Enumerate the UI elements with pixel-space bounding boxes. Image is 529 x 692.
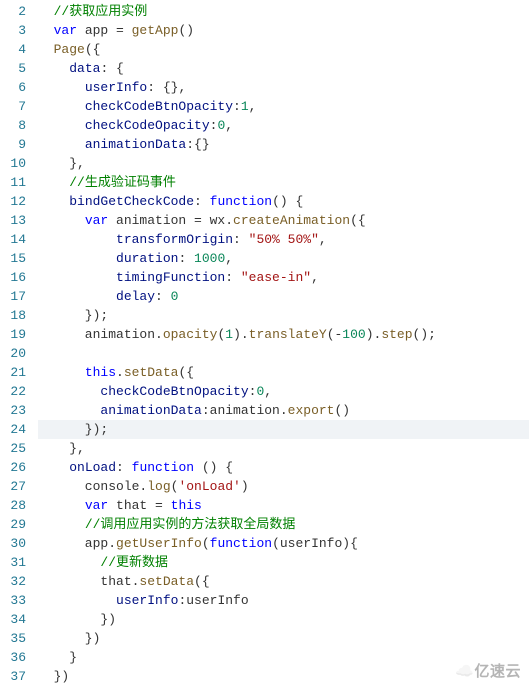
code-line: checkCodeBtnOpacity:0, (38, 382, 529, 401)
line-number: 4 (0, 40, 26, 59)
code-content: //获取应用实例 var app = getApp() Page({ data:… (38, 2, 529, 686)
line-number: 32 (0, 572, 26, 591)
line-number: 24 (0, 420, 26, 439)
code-line: onLoad: function () { (38, 458, 529, 477)
line-number: 18 (0, 306, 26, 325)
code-line: timingFunction: "ease-in", (38, 268, 529, 287)
line-number: 30 (0, 534, 26, 553)
line-number: 3 (0, 21, 26, 40)
line-number: 36 (0, 648, 26, 667)
line-number: 10 (0, 154, 26, 173)
code-line: Page({ (38, 40, 529, 59)
line-number: 19 (0, 325, 26, 344)
line-number-gutter: 2345678910111213141516171819202122232425… (0, 2, 38, 686)
line-number: 25 (0, 439, 26, 458)
line-number: 29 (0, 515, 26, 534)
line-number: 14 (0, 230, 26, 249)
line-number: 7 (0, 97, 26, 116)
code-line: var that = this (38, 496, 529, 515)
code-line: userInfo:userInfo (38, 591, 529, 610)
line-number: 11 (0, 173, 26, 192)
line-number: 8 (0, 116, 26, 135)
code-line: }); (38, 306, 529, 325)
code-line: }) (38, 610, 529, 629)
line-number: 35 (0, 629, 26, 648)
code-line: }) (38, 667, 529, 686)
code-line: animation.opacity(1).translateY(-100).st… (38, 325, 529, 344)
code-line: console.log('onLoad') (38, 477, 529, 496)
line-number: 20 (0, 344, 26, 363)
code-line: }); (38, 420, 529, 439)
code-line: //调用应用实例的方法获取全局数据 (38, 515, 529, 534)
line-number: 34 (0, 610, 26, 629)
line-number: 16 (0, 268, 26, 287)
code-line: }, (38, 439, 529, 458)
code-line: checkCodeOpacity:0, (38, 116, 529, 135)
code-line: //更新数据 (38, 553, 529, 572)
code-editor: 2345678910111213141516171819202122232425… (0, 0, 529, 686)
code-line: that.setData({ (38, 572, 529, 591)
line-number: 23 (0, 401, 26, 420)
line-number: 28 (0, 496, 26, 515)
line-number: 12 (0, 192, 26, 211)
code-line: userInfo: {}, (38, 78, 529, 97)
line-number: 5 (0, 59, 26, 78)
line-number: 2 (0, 2, 26, 21)
code-line: delay: 0 (38, 287, 529, 306)
code-line: data: { (38, 59, 529, 78)
code-line: animationData:animation.export() (38, 401, 529, 420)
line-number: 27 (0, 477, 26, 496)
code-line: this.setData({ (38, 363, 529, 382)
line-number: 9 (0, 135, 26, 154)
line-number: 22 (0, 382, 26, 401)
code-line: }) (38, 629, 529, 648)
code-line (38, 344, 529, 363)
line-number: 13 (0, 211, 26, 230)
code-line: bindGetCheckCode: function() { (38, 192, 529, 211)
line-number: 15 (0, 249, 26, 268)
line-number: 21 (0, 363, 26, 382)
code-line: var animation = wx.createAnimation({ (38, 211, 529, 230)
code-line: checkCodeBtnOpacity:1, (38, 97, 529, 116)
code-line: //获取应用实例 (38, 2, 529, 21)
line-number: 26 (0, 458, 26, 477)
code-line: }, (38, 154, 529, 173)
line-number: 6 (0, 78, 26, 97)
line-number: 17 (0, 287, 26, 306)
code-line: //生成验证码事件 (38, 173, 529, 192)
line-number: 31 (0, 553, 26, 572)
code-line: animationData:{} (38, 135, 529, 154)
code-line: app.getUserInfo(function(userInfo){ (38, 534, 529, 553)
line-number: 33 (0, 591, 26, 610)
code-line: duration: 1000, (38, 249, 529, 268)
code-line: var app = getApp() (38, 21, 529, 40)
line-number: 37 (0, 667, 26, 686)
code-line: } (38, 648, 529, 667)
code-line: transformOrigin: "50% 50%", (38, 230, 529, 249)
